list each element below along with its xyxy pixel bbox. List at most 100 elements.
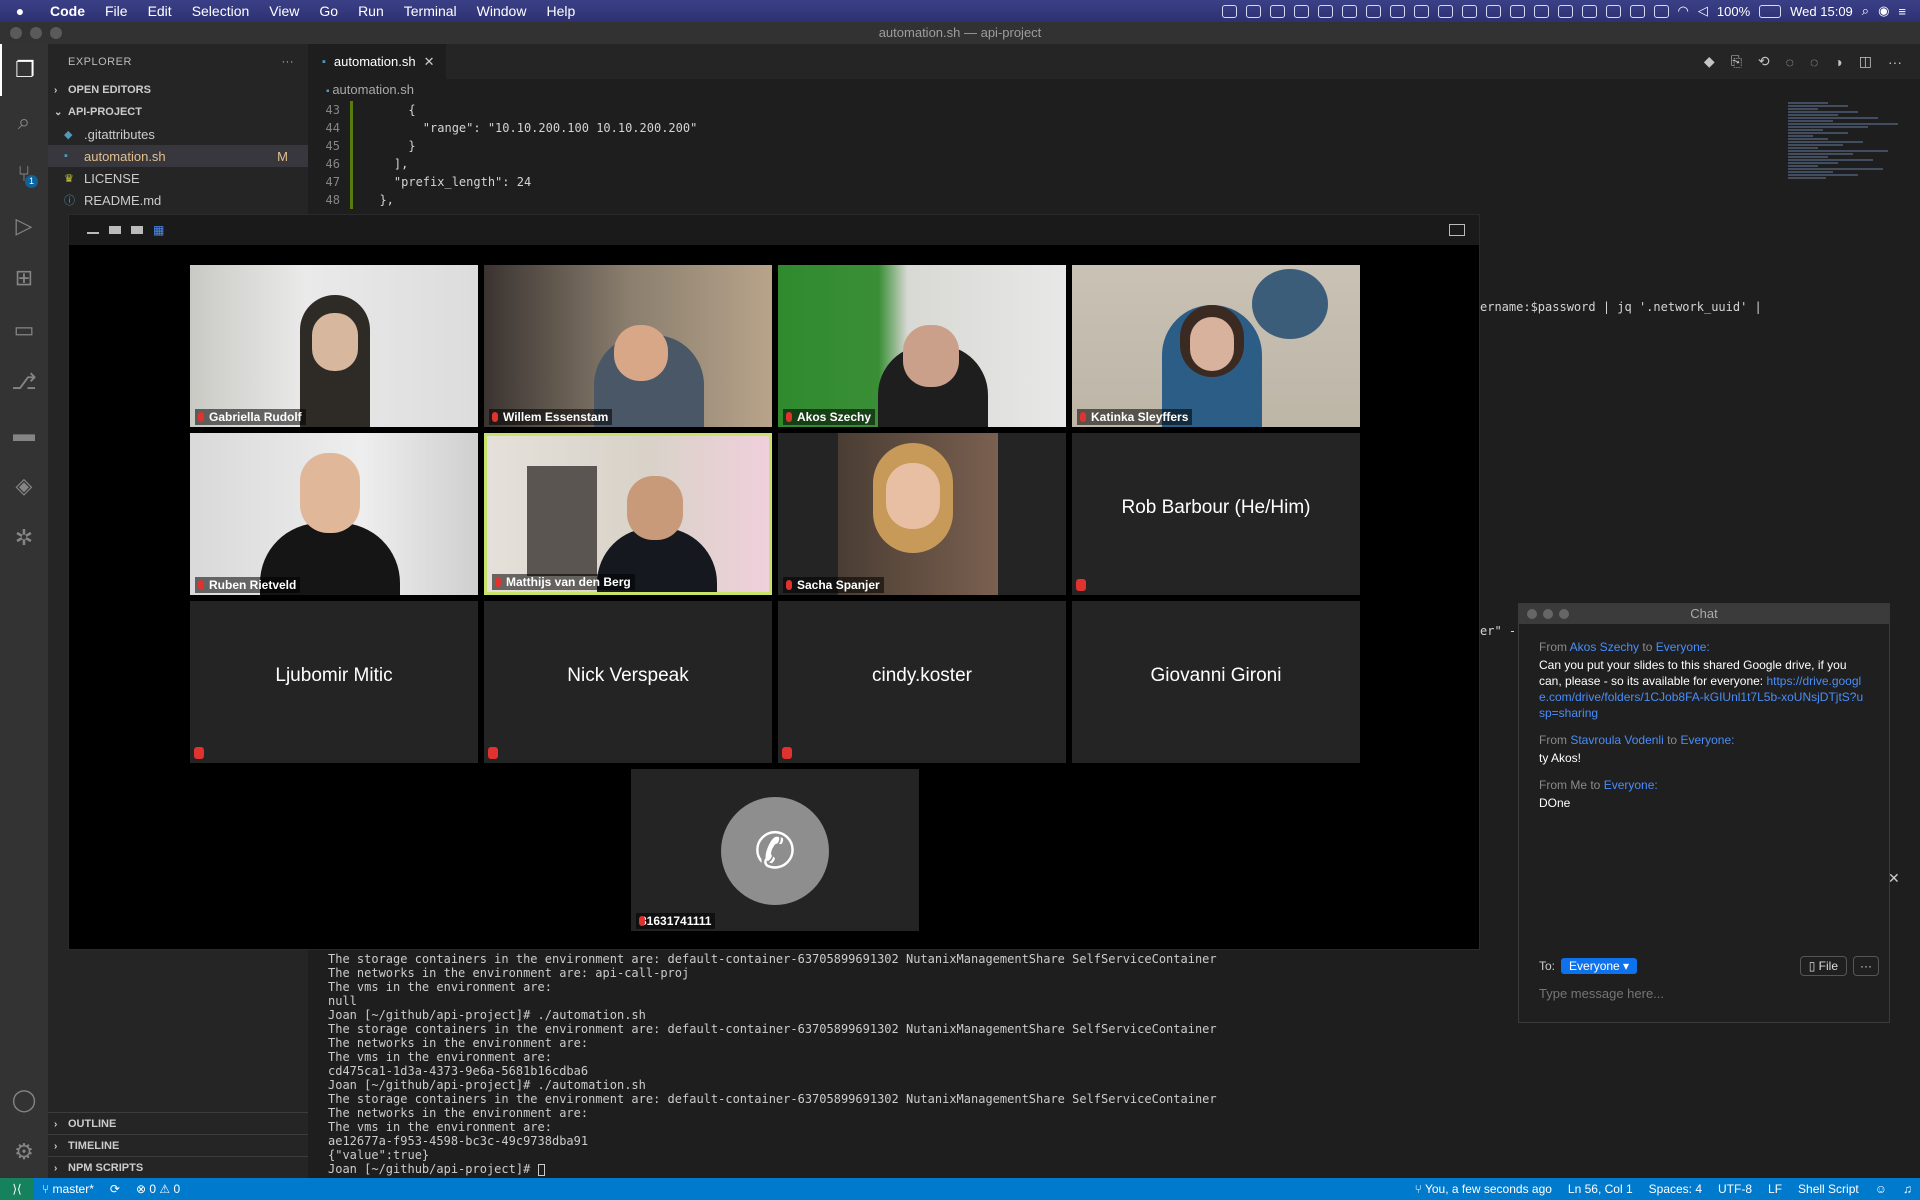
- indentation[interactable]: Spaces: 4: [1641, 1182, 1710, 1196]
- minimize-chat-button[interactable]: [1543, 609, 1553, 619]
- notifications-icon[interactable]: ♫: [1895, 1182, 1920, 1196]
- participant-tile[interactable]: cindy.koster: [778, 601, 1066, 763]
- file-gitattributes[interactable]: ◆ .gitattributes: [48, 123, 308, 145]
- participant-tile[interactable]: Nick Verspeak: [484, 601, 772, 763]
- timeline-section[interactable]: › TIMELINE: [48, 1134, 308, 1157]
- participant-tile-active-speaker[interactable]: Matthijs van den Berg: [484, 433, 772, 595]
- breadcrumb[interactable]: ▪ automation.sh: [308, 79, 1788, 101]
- project-section[interactable]: ⌄ API-PROJECT: [48, 101, 308, 123]
- git-blame[interactable]: ⑂ You, a few seconds ago: [1407, 1182, 1560, 1196]
- git-graph-icon[interactable]: ⎇: [0, 356, 48, 408]
- remote-explorer-icon[interactable]: ▭: [0, 304, 48, 356]
- sender-name[interactable]: Akos Szechy: [1570, 640, 1639, 654]
- wifi-icon[interactable]: ◠: [1678, 3, 1689, 19]
- tray-icon[interactable]: [1293, 4, 1309, 18]
- spotlight-icon[interactable]: ⌕: [1862, 3, 1869, 19]
- participant-tile[interactable]: Gabriella Rudolf: [190, 265, 478, 427]
- run-icon[interactable]: ◑: [1834, 54, 1842, 70]
- encoding[interactable]: UTF-8: [1710, 1182, 1760, 1196]
- tab-automation-sh[interactable]: ▪ automation.sh ✕: [308, 44, 447, 79]
- gallery-view-icon[interactable]: ▦: [153, 223, 164, 237]
- menu-edit[interactable]: Edit: [138, 3, 182, 19]
- minimap[interactable]: [1788, 101, 1906, 261]
- menu-help[interactable]: Help: [536, 3, 585, 19]
- tray-icon[interactable]: [1557, 4, 1573, 18]
- tray-icon[interactable]: [1605, 4, 1621, 18]
- tray-icon[interactable]: [1269, 4, 1285, 18]
- participant-tile[interactable]: Giovanni Gironi: [1072, 601, 1360, 763]
- tray-icon[interactable]: [1389, 4, 1405, 18]
- file-license[interactable]: ♛ LICENSE: [48, 167, 308, 189]
- outline-section[interactable]: › OUTLINE: [48, 1112, 308, 1135]
- remote-icon[interactable]: ⟩⟨: [0, 1178, 34, 1200]
- tray-icon[interactable]: [1413, 4, 1429, 18]
- participant-tile[interactable]: Rob Barbour (He/Him): [1072, 433, 1360, 595]
- tray-icon[interactable]: [1245, 4, 1261, 18]
- participant-tile[interactable]: Sacha Spanjer: [778, 433, 1066, 595]
- participant-tile[interactable]: Willem Essenstam: [484, 265, 772, 427]
- file-button[interactable]: ▯ File: [1799, 956, 1847, 976]
- close-chat-button[interactable]: [1527, 609, 1537, 619]
- open-changes-icon[interactable]: ⎘: [1731, 53, 1742, 70]
- terminal-panel[interactable]: The storage containers in the environmen…: [308, 950, 1528, 1178]
- menu-selection[interactable]: Selection: [182, 3, 260, 19]
- phone-participant-tile[interactable]: ✆ 31631741111: [631, 769, 919, 931]
- more-actions-icon[interactable]: ···: [282, 56, 295, 68]
- split-editor-icon[interactable]: ◫: [1859, 53, 1872, 70]
- menu-view[interactable]: View: [259, 3, 309, 19]
- siri-icon[interactable]: ◉: [1878, 3, 1889, 19]
- clock[interactable]: Wed 15:09: [1790, 4, 1853, 19]
- folder-icon[interactable]: ▬: [0, 408, 48, 460]
- zoom-window-button[interactable]: [50, 27, 62, 39]
- apple-icon[interactable]: ●: [0, 3, 40, 19]
- tray-icon[interactable]: [1341, 4, 1357, 18]
- tray-icon[interactable]: [1509, 4, 1525, 18]
- close-tab-icon[interactable]: ✕: [424, 54, 435, 70]
- file-automation-sh[interactable]: ▪ automation.sh M: [48, 145, 308, 167]
- end-of-line[interactable]: LF: [1760, 1182, 1790, 1196]
- extensions-icon[interactable]: ⊞: [0, 252, 48, 304]
- sender-name[interactable]: Stavroula Vodenli: [1570, 733, 1663, 747]
- source-control-icon[interactable]: ⑂ 1: [0, 148, 48, 200]
- file-readme[interactable]: ⓘ README.md: [48, 189, 308, 211]
- minimize-window-button[interactable]: [30, 27, 42, 39]
- chat-message-input[interactable]: [1539, 986, 1869, 1001]
- menu-go[interactable]: Go: [309, 3, 348, 19]
- strip-view-icon[interactable]: [131, 223, 143, 237]
- minimize-view-icon[interactable]: [87, 223, 99, 237]
- more-actions-icon[interactable]: ···: [1888, 54, 1902, 70]
- settings-gear-icon[interactable]: ⚙: [0, 1126, 48, 1178]
- chat-more-button[interactable]: ···: [1853, 956, 1879, 976]
- tray-icon[interactable]: [1581, 4, 1597, 18]
- run-debug-icon[interactable]: ▷: [0, 200, 48, 252]
- tray-icon[interactable]: [1533, 4, 1549, 18]
- docker-icon[interactable]: ◈: [0, 460, 48, 512]
- menu-app[interactable]: Code: [40, 3, 95, 19]
- open-editors-section[interactable]: › OPEN EDITORS: [48, 79, 308, 101]
- language-mode[interactable]: Shell Script: [1790, 1182, 1867, 1196]
- sync-icon[interactable]: ⟳: [102, 1182, 128, 1196]
- git-commit-icon[interactable]: ◆: [1704, 53, 1715, 70]
- exit-fullscreen-icon[interactable]: [1449, 224, 1465, 236]
- tray-icon[interactable]: [1461, 4, 1477, 18]
- tray-icon[interactable]: [1653, 4, 1669, 18]
- battery-icon[interactable]: [1759, 4, 1782, 18]
- menu-run[interactable]: Run: [348, 3, 394, 19]
- menu-window[interactable]: Window: [467, 3, 537, 19]
- search-icon[interactable]: ⌕: [0, 96, 48, 148]
- speaker-view-icon[interactable]: [109, 223, 121, 237]
- recipient-dropdown[interactable]: Everyone ▾: [1561, 958, 1638, 974]
- participant-tile[interactable]: Ljubomir Mitic: [190, 601, 478, 763]
- tray-icon[interactable]: [1629, 4, 1645, 18]
- tray-icon[interactable]: [1317, 4, 1333, 18]
- cursor-position[interactable]: Ln 56, Col 1: [1560, 1182, 1641, 1196]
- go-back-icon[interactable]: ⟲: [1758, 53, 1770, 70]
- control-center-icon[interactable]: ≡: [1898, 4, 1906, 19]
- menu-terminal[interactable]: Terminal: [394, 3, 467, 19]
- volume-icon[interactable]: ◁: [1698, 3, 1708, 19]
- problems-indicator[interactable]: ⊗ 0 ⚠ 0: [128, 1182, 188, 1196]
- npm-scripts-section[interactable]: › NPM SCRIPTS: [48, 1156, 308, 1179]
- battery-percent[interactable]: 100%: [1717, 4, 1750, 19]
- zoom-chat-button[interactable]: [1559, 609, 1569, 619]
- next-change-icon[interactable]: ◌: [1810, 54, 1818, 70]
